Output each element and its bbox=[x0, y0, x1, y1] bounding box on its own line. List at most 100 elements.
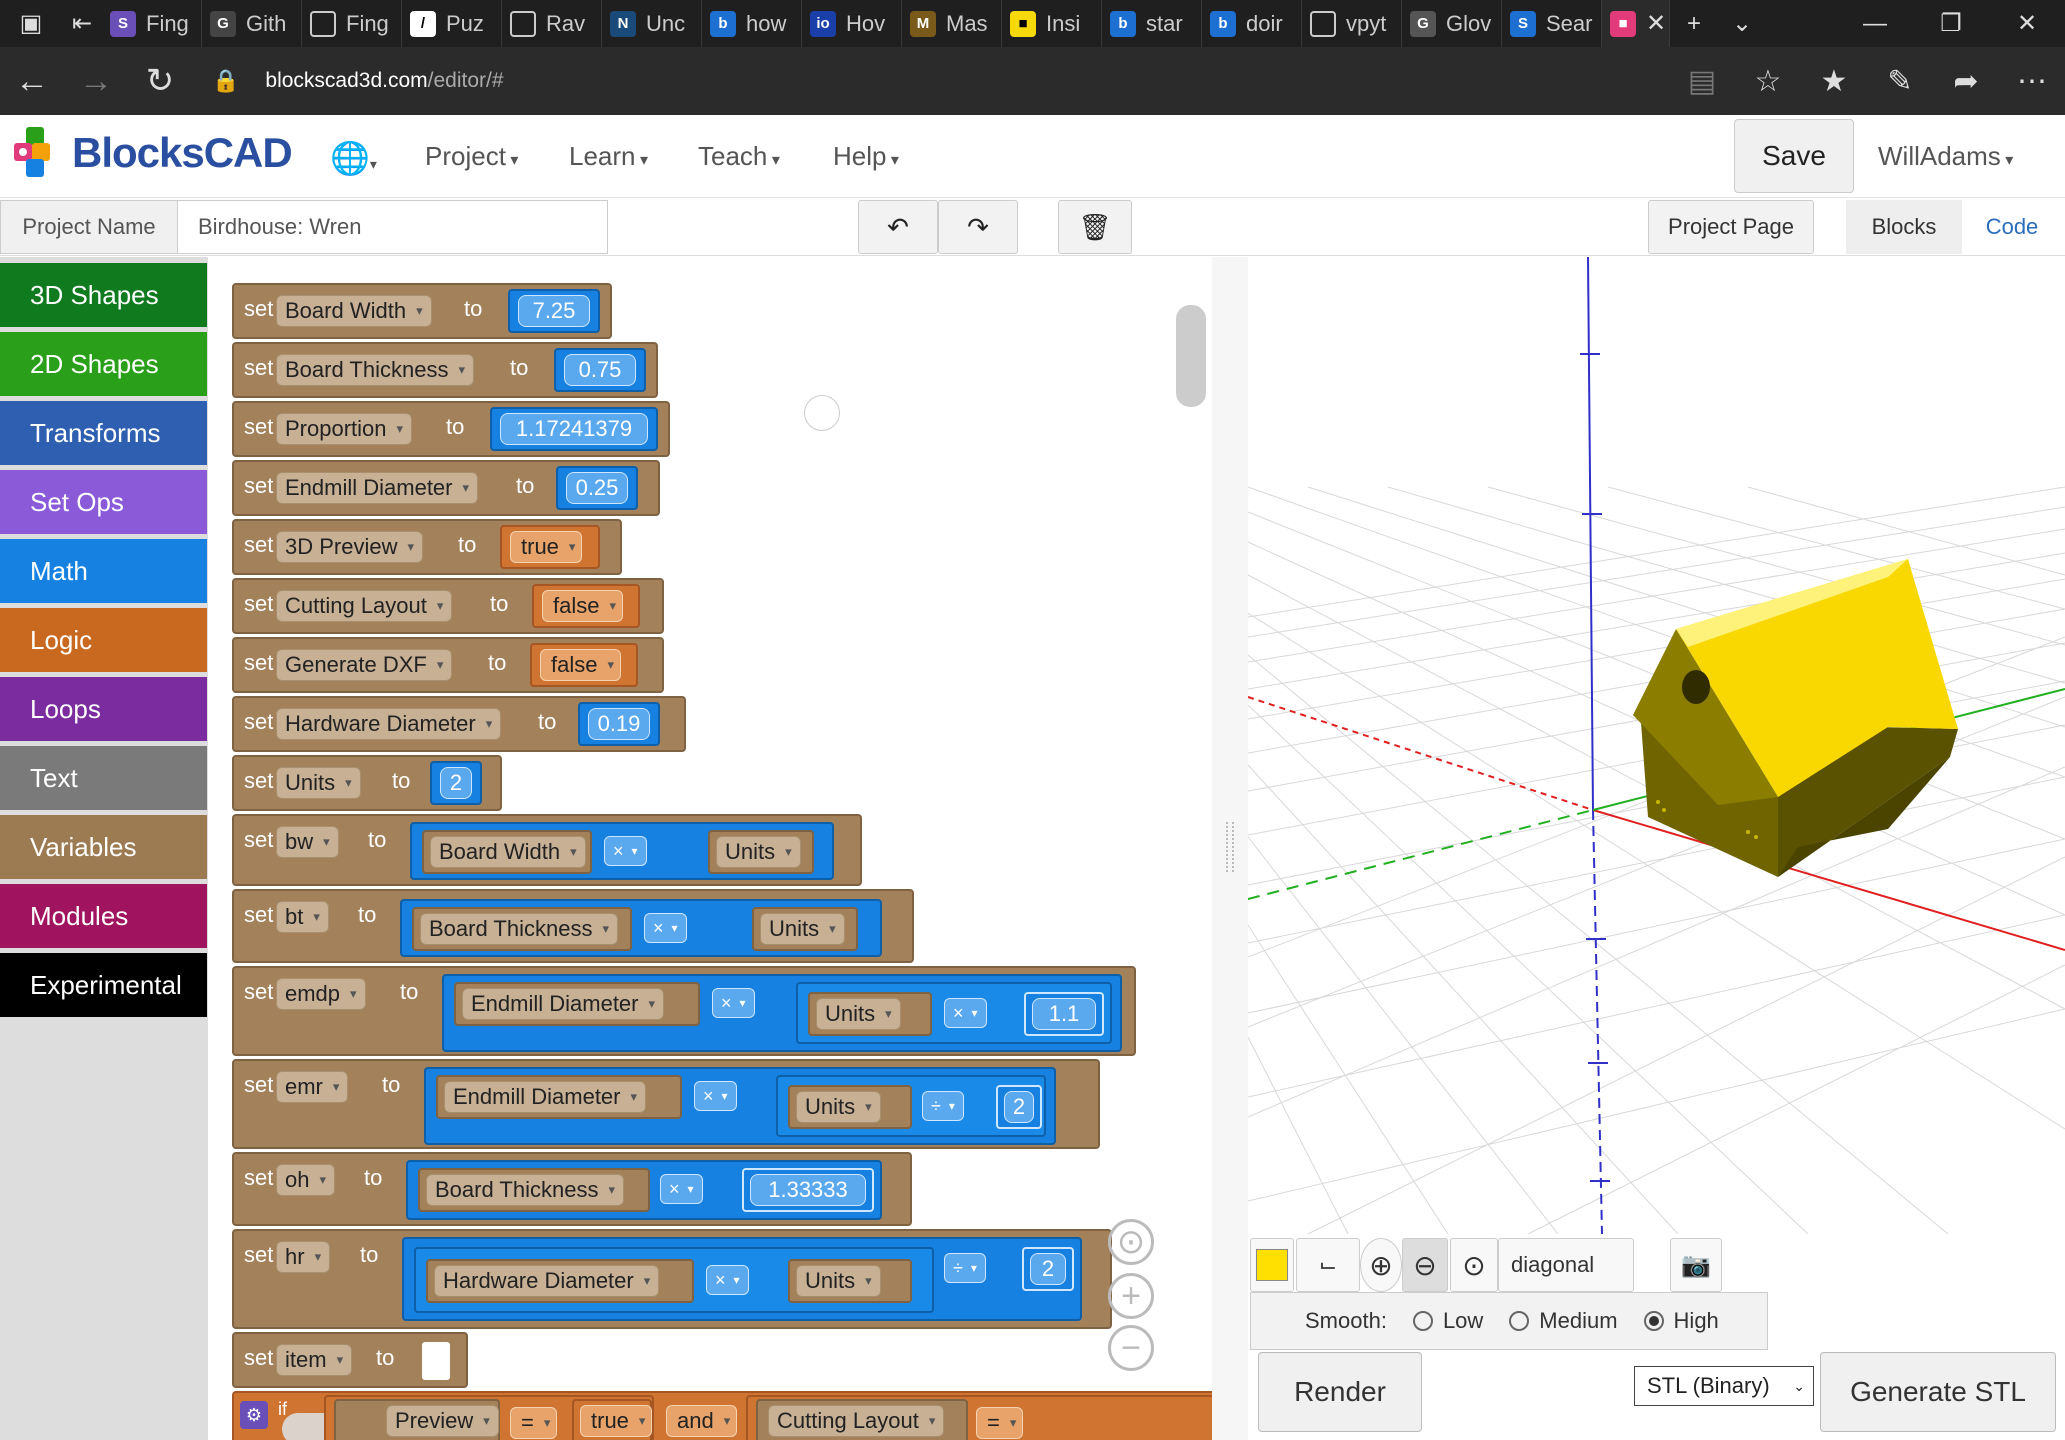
menu-help[interactable]: Help bbox=[833, 141, 899, 172]
variable-get-block[interactable]: Board Thickness bbox=[418, 1168, 650, 1212]
variable-dropdown[interactable]: oh bbox=[276, 1164, 336, 1196]
variable-dropdown[interactable]: 3D Preview bbox=[276, 531, 424, 563]
operator-dropdown[interactable]: × bbox=[694, 1081, 737, 1111]
language-globe-icon[interactable]: 🌐▾ bbox=[330, 139, 377, 177]
new-tab-icon[interactable]: + bbox=[1670, 0, 1718, 47]
variable-get-block[interactable]: Board Width bbox=[422, 830, 592, 874]
minimize-icon[interactable]: — bbox=[1837, 0, 1913, 47]
variable-get-block[interactable]: Endmill Diameter bbox=[436, 1075, 682, 1119]
view-center-icon[interactable]: ⊙ bbox=[1450, 1238, 1498, 1292]
number-block[interactable]: 0.25 bbox=[556, 466, 638, 510]
set-block[interactable]: set Proportion to 1.17241379 bbox=[232, 401, 670, 457]
share-icon[interactable]: ➦ bbox=[1933, 47, 1999, 115]
favorite-star-icon[interactable]: ☆ bbox=[1735, 47, 1801, 115]
camera-icon[interactable]: 📷 bbox=[1670, 1238, 1722, 1292]
browser-tab[interactable]: ■ Insi bbox=[1002, 0, 1102, 47]
variable-dropdown[interactable]: Units bbox=[276, 767, 361, 799]
variable-dropdown[interactable]: emr bbox=[276, 1071, 349, 1103]
close-tab-icon[interactable]: ✕ bbox=[1646, 9, 1666, 38]
set-block[interactable]: set emr to Endmill Diameter × Units ÷ 2 bbox=[232, 1059, 1100, 1149]
browser-tab[interactable]: M Mas bbox=[902, 0, 1002, 47]
browser-tab[interactable]: Fing bbox=[302, 0, 402, 47]
category-loops[interactable]: Loops bbox=[0, 677, 207, 741]
number-block[interactable]: 1.17241379 bbox=[490, 407, 658, 451]
browser-tab[interactable]: / Puz bbox=[402, 0, 502, 47]
model-color-swatch[interactable] bbox=[1250, 1238, 1294, 1292]
set-block[interactable]: set Cutting Layout to false bbox=[232, 578, 664, 634]
operator-dropdown[interactable]: × bbox=[944, 998, 987, 1028]
set-block[interactable]: set emdp to Endmill Diameter × Units × 1… bbox=[232, 966, 1136, 1056]
menu-project[interactable]: Project bbox=[425, 141, 518, 172]
operator-dropdown[interactable]: ÷ bbox=[922, 1091, 964, 1121]
variable-dropdown[interactable]: Cutting Layout bbox=[276, 590, 453, 622]
blockscad-logo[interactable]: BlocksCAD bbox=[12, 125, 293, 181]
set-block[interactable]: set bt to Board Thickness × Units bbox=[232, 889, 914, 963]
3d-viewer[interactable] bbox=[1248, 257, 2065, 1234]
category-variables[interactable]: Variables bbox=[0, 815, 207, 879]
menu-teach[interactable]: Teach bbox=[698, 141, 780, 172]
empty-socket[interactable] bbox=[422, 1342, 450, 1380]
browser-tab[interactable]: Rav bbox=[502, 0, 602, 47]
variable-get-block[interactable]: Preview bbox=[334, 1399, 500, 1440]
variable-get-block[interactable]: Units bbox=[808, 992, 932, 1036]
browser-tab-active[interactable]: ■ ✕ bbox=[1602, 0, 1670, 47]
variable-get-block[interactable]: Units bbox=[752, 907, 858, 951]
browser-tab[interactable]: io Hov bbox=[802, 0, 902, 47]
project-name-input[interactable]: Birdhouse: Wren bbox=[178, 200, 608, 254]
variable-get-block[interactable]: Hardware Diameter bbox=[426, 1259, 694, 1303]
window-close-icon[interactable]: ✕ bbox=[1989, 0, 2065, 47]
arithmetic-block[interactable]: Board Width × Units bbox=[410, 822, 834, 880]
number-block[interactable]: 2 bbox=[1022, 1247, 1074, 1291]
set-block[interactable]: set Units to 2 bbox=[232, 755, 502, 811]
reading-view-icon[interactable]: ▤ bbox=[1669, 47, 1735, 115]
category-math[interactable]: Math bbox=[0, 539, 207, 603]
arithmetic-block[interactable]: Endmill Diameter × Units ÷ 2 bbox=[424, 1067, 1056, 1145]
browser-tab[interactable]: b star bbox=[1102, 0, 1202, 47]
smooth-high-radio[interactable] bbox=[1643, 1311, 1664, 1331]
project-page-button[interactable]: Project Page bbox=[1648, 200, 1814, 254]
blocks-workspace[interactable]: set Board Width to 7.25 set Board Thickn… bbox=[208, 257, 1212, 1440]
logic-compare-block[interactable]: Preview = true bbox=[324, 1395, 654, 1440]
number-block[interactable]: 0.19 bbox=[578, 702, 660, 746]
export-format-select[interactable]: STL (Binary) ⌄ bbox=[1634, 1366, 1814, 1406]
operator-dropdown[interactable]: × bbox=[706, 1265, 749, 1295]
boolean-block[interactable]: true bbox=[572, 1399, 653, 1440]
generate-stl-button[interactable]: Generate STL bbox=[1820, 1352, 2056, 1432]
set-block[interactable]: set oh to Board Thickness × 1.33333 bbox=[232, 1152, 912, 1226]
variable-dropdown[interactable]: Proportion bbox=[276, 413, 413, 445]
variable-dropdown[interactable]: Board Thickness bbox=[276, 354, 474, 386]
variable-dropdown[interactable]: Hardware Diameter bbox=[276, 708, 502, 740]
tab-blocks[interactable]: Blocks bbox=[1846, 200, 1962, 254]
if-block[interactable]: ⚙ if Preview = true and Cutting Layout = bbox=[232, 1391, 1212, 1440]
variable-dropdown[interactable]: Generate DXF bbox=[276, 649, 453, 681]
category-modules[interactable]: Modules bbox=[0, 884, 207, 948]
url-field[interactable]: 🔒 blockscad3d.com/editor/# bbox=[212, 68, 504, 94]
set-block[interactable]: set Endmill Diameter to 0.25 bbox=[232, 460, 660, 516]
number-block[interactable]: 7.25 bbox=[508, 289, 600, 333]
zoom-in-icon[interactable]: + bbox=[1108, 1273, 1154, 1319]
variable-dropdown[interactable]: hr bbox=[276, 1241, 331, 1273]
arithmetic-block[interactable]: Board Thickness × 1.33333 bbox=[406, 1160, 882, 1220]
user-menu[interactable]: WillAdams bbox=[1878, 141, 2013, 172]
browser-tab[interactable]: b doir bbox=[1202, 0, 1302, 47]
boolean-block[interactable]: false bbox=[530, 643, 638, 687]
operator-dropdown[interactable]: = bbox=[976, 1407, 1024, 1439]
variable-get-block[interactable]: Board Thickness bbox=[412, 907, 632, 951]
category-set-ops[interactable]: Set Ops bbox=[0, 470, 207, 534]
set-block[interactable]: set bw to Board Width × Units bbox=[232, 814, 862, 886]
operator-dropdown[interactable]: = bbox=[510, 1407, 558, 1439]
favorites-list-icon[interactable]: ★ bbox=[1801, 47, 1867, 115]
restore-icon[interactable]: ❐ bbox=[1913, 0, 1989, 47]
operator-dropdown[interactable]: × bbox=[712, 988, 755, 1018]
variable-get-block[interactable]: Units bbox=[788, 1085, 912, 1129]
refresh-icon[interactable]: ↻ bbox=[128, 47, 192, 115]
menu-learn[interactable]: Learn bbox=[569, 141, 648, 172]
browser-tab[interactable]: b how bbox=[702, 0, 802, 47]
operator-dropdown[interactable]: ÷ bbox=[944, 1253, 986, 1283]
variable-get-block[interactable]: Units bbox=[708, 830, 814, 874]
set-block[interactable]: set Board Thickness to 0.75 bbox=[232, 342, 658, 398]
browser-tab[interactable]: G Gith bbox=[202, 0, 302, 47]
number-block[interactable]: 2 bbox=[996, 1085, 1042, 1129]
number-block[interactable]: 1.1 bbox=[1024, 992, 1104, 1036]
smooth-low-radio[interactable] bbox=[1412, 1311, 1433, 1331]
